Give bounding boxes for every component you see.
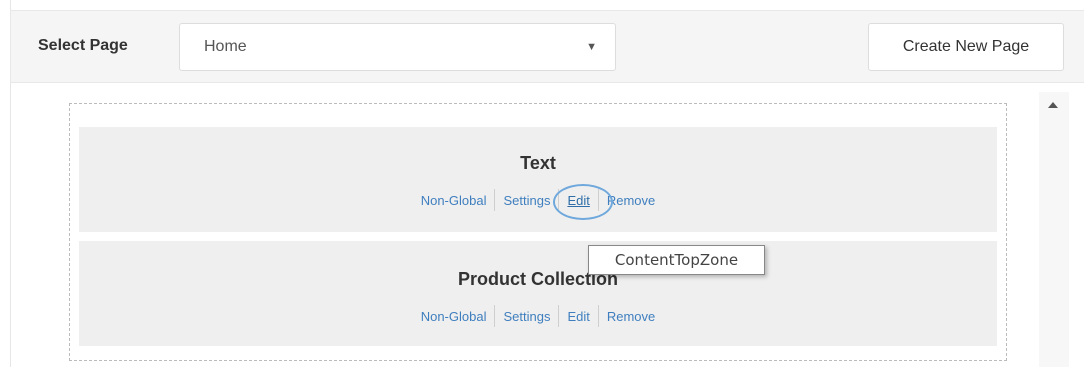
create-new-page-button[interactable]: Create New Page — [868, 23, 1064, 71]
page-select[interactable]: Home ▼ — [179, 23, 616, 71]
selected-page-value: Home — [204, 38, 247, 55]
scrollbar[interactable] — [1039, 92, 1069, 367]
chevron-down-icon: ▼ — [586, 41, 597, 53]
widget-text: Text Non-Global Settings Edit Remove — [79, 127, 997, 232]
content-zone: Text Non-Global Settings Edit Remove Pro… — [69, 103, 1007, 361]
non-global-link[interactable]: Non-Global — [413, 193, 495, 208]
widget-title: Product Collection — [457, 269, 618, 289]
edit-link[interactable]: Edit — [559, 309, 597, 324]
settings-link[interactable]: Settings — [495, 193, 558, 208]
widget-title: Text — [520, 153, 556, 173]
widget-actions: Non-Global Settings Edit Remove — [79, 305, 997, 327]
page-toolbar: Select Page Home ▼ Create New Page — [10, 10, 1084, 83]
zone-name-tooltip: ContentTopZone — [588, 245, 765, 275]
settings-link[interactable]: Settings — [495, 309, 558, 324]
widget-actions: Non-Global Settings Edit Remove — [79, 183, 997, 220]
widget-product-collection: Product Collection Non-Global Settings E… — [79, 241, 997, 346]
non-global-link[interactable]: Non-Global — [413, 309, 495, 324]
select-page-label: Select Page — [38, 37, 128, 54]
remove-link[interactable]: Remove — [599, 309, 663, 324]
scroll-up-arrow-icon[interactable] — [1048, 102, 1058, 108]
edit-link[interactable]: Edit — [553, 183, 615, 220]
